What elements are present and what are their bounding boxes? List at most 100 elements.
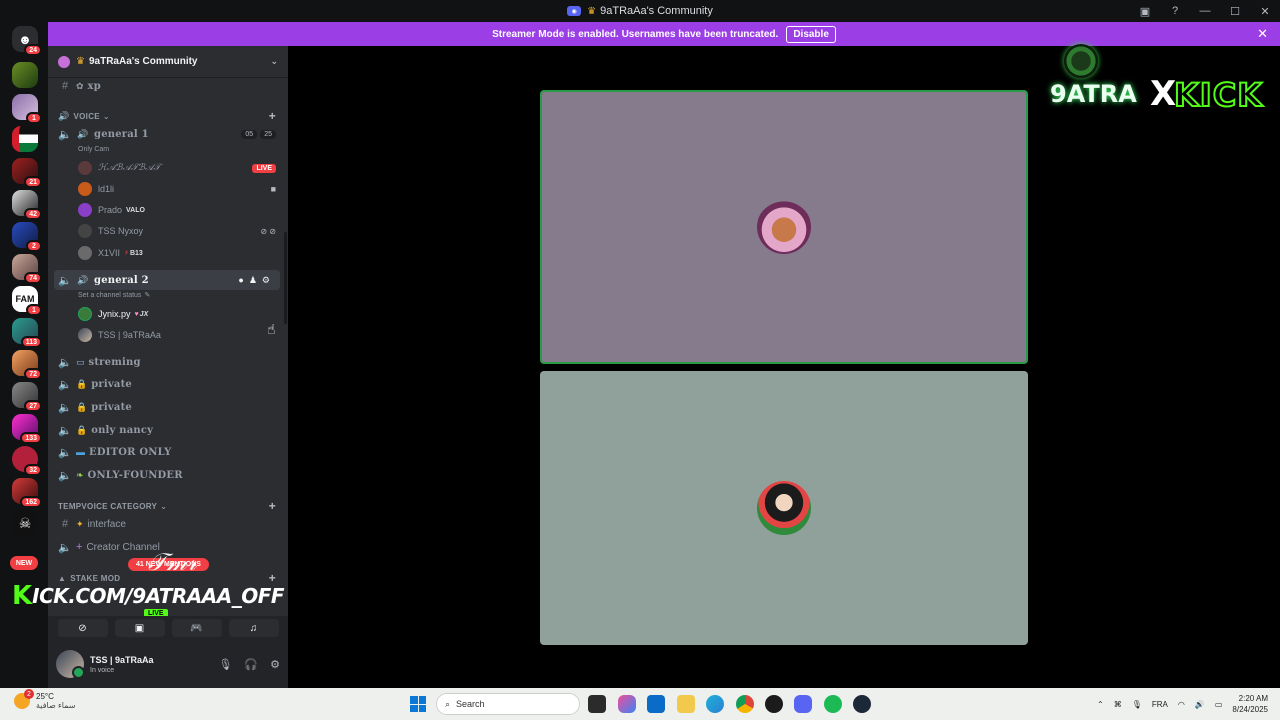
user-info[interactable]: TSS | 9aTRaAa In voice [90, 655, 154, 674]
channel-editor-only[interactable]: 🔈 ▬ EDITOR ONLY [48, 442, 288, 462]
server-icon[interactable]: 113 [12, 318, 42, 348]
channel-private[interactable]: 🔈 🔒 private [48, 397, 288, 417]
voice-user[interactable]: TSS Nyxoy ⊘ ⊘ [48, 221, 288, 241]
pencil-icon: ✎ [144, 292, 151, 299]
voice-user[interactable]: ℋ𝒜ℬ𝒜𝒯ℬ𝒜𝒯 LIVE [48, 158, 288, 178]
activity-button[interactable]: 🎮 [171, 619, 222, 637]
channel-streming[interactable]: 🔈 ▭ streming [48, 352, 288, 372]
audio-controls: 🎙 🎧 ⚙ [218, 658, 280, 671]
chat-icon[interactable]: ● [238, 275, 243, 286]
close-banner-icon[interactable]: ✕ [1257, 26, 1268, 42]
channel-general-2[interactable]: 🔈 🔊 general 2 ● ♟ ⚙ [54, 270, 280, 290]
network-icon[interactable]: ⌘ [1114, 700, 1122, 709]
server-icon[interactable]: 2 [12, 222, 42, 252]
microphone-icon[interactable]: 🎙 [218, 658, 232, 671]
camera-off-button[interactable]: ⊘ [57, 619, 108, 637]
channel-only-founder[interactable]: 🔈 ❧ ONLY-FOUNDER [48, 465, 288, 485]
server-icon[interactable]: 21 [12, 158, 42, 188]
battery-icon[interactable]: ▭ [1215, 700, 1223, 709]
status-text: Only Cam [78, 145, 110, 153]
server-icon[interactable]: 162 [12, 478, 42, 508]
channel-interface[interactable]: # ✦ interface [48, 514, 288, 534]
maximize-button[interactable]: ☐ [1220, 0, 1250, 22]
spotify-icon[interactable] [824, 695, 842, 713]
chevron-up-icon[interactable]: ⌃ [1097, 700, 1104, 709]
avatar [78, 224, 92, 238]
voice-channel-icon: 🔈 [58, 541, 72, 554]
video-tile[interactable] [540, 90, 1028, 364]
voice-user[interactable]: X1VII ⚡ B13 [48, 243, 288, 263]
close-window-button[interactable]: ✕ [1250, 0, 1280, 22]
soundboard-button[interactable]: ♫ [228, 619, 279, 637]
help-icon[interactable]: ? [1160, 0, 1190, 22]
minimize-button[interactable]: — [1190, 0, 1220, 22]
weather-widget[interactable]: 2 25°C سماء صافية [14, 689, 76, 710]
user-name: Prado [98, 205, 123, 215]
category-voice[interactable]: 🔊 VOICE ⌄ + [48, 108, 288, 124]
github-icon[interactable] [765, 695, 783, 713]
wifi-icon[interactable]: ◠ [1178, 700, 1185, 709]
inbox-icon[interactable]: ▣ [1130, 0, 1160, 22]
language-indicator[interactable]: FRA [1152, 700, 1168, 709]
taskbar-search[interactable]: ⌕ Search [436, 693, 580, 715]
add-channel-icon[interactable]: + [269, 499, 276, 513]
channel-private[interactable]: 🔈 🔒 private [48, 374, 288, 394]
copilot-icon[interactable] [618, 695, 636, 713]
server-icon[interactable] [12, 126, 38, 152]
user-name: TSS Nyxoy [98, 226, 144, 236]
server-icon[interactable]: FAM 1 [12, 286, 42, 316]
voice-user[interactable]: Jynix.py ♥ JX [48, 304, 288, 324]
server-icon[interactable]: 133 [12, 414, 42, 444]
category-tempvoice[interactable]: TEMPVOICE CATEGORY ⌄ + [48, 498, 288, 514]
server-icon[interactable]: 27 [12, 382, 42, 412]
voice-user[interactable]: TSS | 9aTRaAa [48, 325, 288, 345]
invite-icon[interactable]: ♟ [249, 275, 257, 286]
file-explorer-icon[interactable] [677, 695, 695, 713]
sidebar-scrollbar[interactable] [284, 232, 287, 324]
gear-icon[interactable]: ⚙ [262, 275, 270, 286]
server-icon[interactable]: 42 [12, 190, 42, 220]
chrome-icon[interactable] [736, 695, 754, 713]
server-badge: 21 [24, 176, 42, 188]
server-icon[interactable]: 72 [12, 350, 42, 380]
windows-start-icon[interactable] [410, 696, 426, 712]
store-icon[interactable] [647, 695, 665, 713]
screen-share-button[interactable]: ▣ [114, 619, 165, 637]
video-tile[interactable] [540, 371, 1028, 645]
voice-channel-icon: 🔈 [58, 401, 72, 414]
headphones-icon[interactable]: 🎧 [244, 658, 258, 671]
task-view-icon[interactable] [588, 695, 606, 713]
channel-only-nancy[interactable]: 🔈 🔒 only nancy [48, 420, 288, 440]
clock[interactable]: 2:20 AM 8/24/2025 [1232, 693, 1268, 715]
server-icon[interactable]: ☠ [12, 510, 38, 536]
steam-icon[interactable] [853, 695, 871, 713]
edge-icon[interactable] [706, 695, 724, 713]
lock-icon: 🔒 [76, 378, 88, 389]
server-header[interactable]: ♛ 9aTRaAa's Community ⌄ [48, 46, 288, 78]
volume-icon[interactable]: 🔊 [1195, 700, 1205, 709]
add-channel-icon[interactable]: + [269, 109, 276, 123]
channel-status[interactable]: Set a channel status ✎ [48, 289, 288, 301]
channel-general-1[interactable]: 🔈 🔊 general 1 05 25 [48, 124, 288, 144]
home-button[interactable]: ☻ 24 [12, 26, 42, 56]
discord-logo-icon: ◉ [567, 6, 582, 16]
voice-channel-icon: 🔈 [58, 274, 72, 287]
voice-user[interactable]: Prado VALO [48, 200, 288, 220]
chevron-down-icon[interactable]: ⌄ [270, 56, 278, 67]
avatar[interactable] [56, 650, 85, 679]
server-icon[interactable]: 1 [12, 94, 42, 124]
new-badge[interactable]: NEW [10, 556, 38, 570]
gear-icon[interactable]: ⚙ [270, 658, 280, 671]
speaker-icon: 🔊 [58, 110, 70, 121]
disable-streamer-button[interactable]: Disable [786, 25, 836, 43]
microphone-icon[interactable]: 🎙 [1132, 700, 1142, 709]
avatar [78, 182, 92, 196]
voice-user[interactable]: ld1li ■ [48, 179, 288, 199]
server-icon[interactable]: 74 [12, 254, 42, 284]
discord-taskbar-icon[interactable] [794, 695, 812, 713]
avatar [78, 161, 92, 175]
live-badge[interactable]: LIVE [252, 163, 276, 173]
server-icon[interactable]: 32 [12, 446, 42, 476]
channel-xp[interactable]: # ✿ xp [48, 76, 288, 96]
server-icon[interactable] [12, 62, 38, 88]
